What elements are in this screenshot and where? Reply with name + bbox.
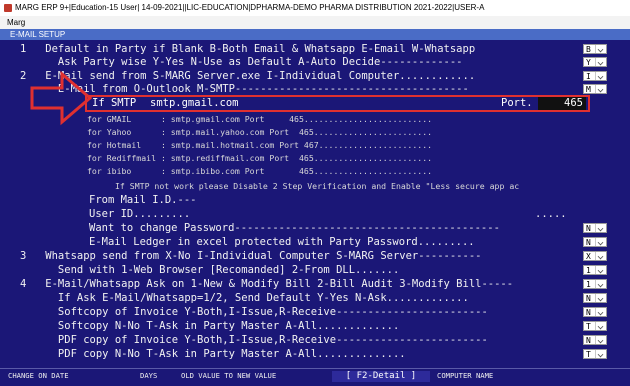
softcopy-invoice-select[interactable]: N [583, 307, 607, 317]
chevron-down-icon [595, 45, 606, 53]
setting-ask-party: Ask Party wise Y-Yes N-Use as Default A-… [20, 56, 463, 68]
chevron-down-icon [595, 238, 606, 246]
chevron-down-icon [595, 85, 606, 93]
marg-app-icon [4, 4, 12, 12]
port-input[interactable]: 465 [538, 97, 586, 110]
f2-detail-button[interactable]: [ F2-Detail ] [332, 371, 430, 382]
setting-default-party: 1 Default in Party if Blank B-Both Email… [20, 43, 476, 55]
port-label: Port. [501, 97, 533, 109]
ledger-protected-label: E-Mail Ledger in excel protected with Pa… [89, 236, 475, 248]
setting-send-default: If Ask E-Mail/Whatsapp=1/2, Send Default… [20, 292, 469, 304]
menu-bar: Marg [0, 16, 630, 30]
window-titlebar: MARG ERP 9+|Education-15 User| 14-09-202… [0, 0, 630, 16]
chevron-down-icon [595, 350, 606, 358]
smtp-ref-rediffmail: for Rediffmail : smtp.rediffmail.com Por… [87, 153, 433, 163]
email-from-select[interactable]: M [583, 84, 607, 94]
pointer-arrow-icon [30, 70, 92, 126]
smtp-ref-gmail: for GMAIL : smtp.gmail.com Port 465.....… [87, 114, 433, 124]
smtp-ref-hotmail: for Hotmail : smtp.mail.hotmail.com Port… [87, 140, 433, 150]
panel-title-bar: E-MAIL SETUP [0, 29, 630, 40]
smtp-server-input[interactable]: smtp.gmail.com [150, 97, 239, 110]
setting-softcopy-ask: Softcopy N-No T-Ask in Party Master A-Al… [20, 320, 400, 332]
setting-ask-on: 4 E-Mail/Whatsapp Ask on 1-New & Modify … [20, 278, 514, 290]
chevron-down-icon [595, 266, 606, 274]
smtp-label: If SMTP [92, 97, 137, 109]
window-title: MARG ERP 9+|Education-15 User| 14-09-202… [15, 3, 485, 12]
setting-softcopy-invoice: Softcopy of Invoice Y-Both,I-Issue,R-Rec… [20, 306, 488, 318]
chevron-down-icon [595, 58, 606, 66]
email-send-from-select[interactable]: I [583, 71, 607, 81]
status-bar: CHANGE ON DATE DAYS OLD VALUE TO NEW VAL… [0, 368, 630, 386]
smtp-note: If SMTP not work please Disable 2 Step V… [115, 181, 520, 191]
whatsapp-send-select[interactable]: X [583, 251, 607, 261]
chevron-down-icon [595, 322, 606, 330]
status-change-on-date: CHANGE ON DATE [8, 371, 69, 380]
chevron-down-icon [595, 280, 606, 288]
chevron-down-icon [595, 308, 606, 316]
chevron-down-icon [595, 72, 606, 80]
smtp-ref-yahoo: for Yahoo : smtp.mail.yahoo.com Port 465… [87, 127, 433, 137]
default-party-select[interactable]: B [583, 44, 607, 54]
status-days: DAYS [140, 371, 158, 380]
chevron-down-icon [595, 294, 606, 302]
setting-whatsapp-send: 3 Whatsapp send from X-No I-Individual C… [20, 250, 482, 262]
user-id-field[interactable]: ..... [535, 208, 567, 221]
change-password-select[interactable]: N [583, 223, 607, 233]
pdf-invoice-select[interactable]: N [583, 335, 607, 345]
chevron-down-icon [595, 224, 606, 232]
from-mail-id-label: From Mail I.D.--- [89, 194, 197, 206]
ask-on-select[interactable]: 1 [583, 279, 607, 289]
status-old-new: OLD VALUE TO NEW VALUE [181, 371, 277, 380]
setting-pdf-ask: PDF copy N-No T-Ask in Party Master A-Al… [20, 348, 406, 360]
panel-title: E-MAIL SETUP [10, 30, 66, 39]
ask-party-select[interactable]: Y [583, 57, 607, 67]
menu-marg[interactable]: Marg [7, 16, 25, 29]
pdf-ask-select[interactable]: T [583, 349, 607, 359]
status-computer-name: COMPUTER NAME [437, 371, 494, 380]
send-with-select[interactable]: 1 [583, 265, 607, 275]
smtp-ref-ibibo: for ibibo : smtp.ibibo.com Port 465.....… [87, 166, 433, 176]
ledger-protected-select[interactable]: N [583, 237, 607, 247]
setting-send-with: Send with 1-Web Browser [Recomanded] 2-F… [20, 264, 400, 276]
user-id-label: User ID......... [89, 208, 191, 220]
send-default-select[interactable]: N [583, 293, 607, 303]
chevron-down-icon [595, 336, 606, 344]
setting-pdf-invoice: PDF copy of Invoice Y-Both,I-Issue,R-Rec… [20, 334, 488, 346]
chevron-down-icon [595, 252, 606, 260]
softcopy-ask-select[interactable]: T [583, 321, 607, 331]
change-password-label: Want to change Password-----------------… [89, 222, 500, 234]
